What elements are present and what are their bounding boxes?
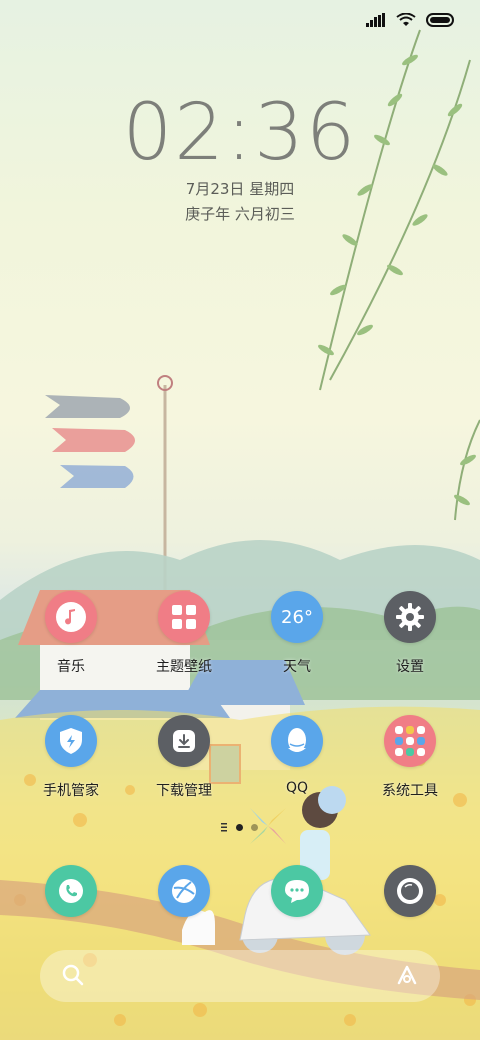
app-label: 设置 xyxy=(396,659,424,675)
phone-icon xyxy=(59,879,83,903)
system-tools-folder xyxy=(384,715,436,767)
theme-grid-icon xyxy=(172,605,196,629)
app-downloads[interactable]: 下载管理 xyxy=(129,715,239,800)
battery-icon xyxy=(426,13,454,27)
app-label: QQ xyxy=(285,780,309,796)
app-music[interactable]: 音乐 xyxy=(16,591,126,676)
wifi-icon xyxy=(396,13,416,26)
dock-messages[interactable] xyxy=(271,865,323,917)
app-themes[interactable]: 主题壁纸 xyxy=(129,591,239,676)
app-security[interactable]: 手机管家 xyxy=(16,715,126,800)
status-bar xyxy=(366,8,456,32)
dock-phone[interactable] xyxy=(45,865,97,917)
app-weather[interactable]: 26° 天气 xyxy=(242,591,352,676)
dock-browser[interactable] xyxy=(158,865,210,917)
clock-time: 02:36 xyxy=(122,88,358,178)
app-qq[interactable]: QQ xyxy=(242,715,352,796)
app-settings[interactable]: 设置 xyxy=(355,591,465,676)
weather-icon: 26° xyxy=(271,591,323,643)
downloads-icon-bg xyxy=(158,715,210,767)
app-label: 手机管家 xyxy=(43,783,99,799)
assistant-icon[interactable] xyxy=(394,962,420,988)
folder-icon xyxy=(395,726,425,756)
qq-icon-bg xyxy=(271,715,323,767)
cellular-signal-icon xyxy=(366,13,385,27)
app-label: 主题壁纸 xyxy=(156,659,212,675)
gear-icon xyxy=(396,603,424,631)
date-text: 7月23日 星期四 xyxy=(185,180,295,198)
message-icon xyxy=(285,880,309,903)
app-system-tools[interactable]: 系统工具 xyxy=(355,715,465,800)
music-icon-bg xyxy=(45,591,97,643)
browser-icon xyxy=(172,879,196,903)
dock-camera[interactable] xyxy=(384,865,436,917)
lunar-date-text: 庚子年 六月初三 xyxy=(185,205,295,223)
app-label: 音乐 xyxy=(57,659,85,675)
page-indicator xyxy=(220,822,258,832)
page-dot-active xyxy=(236,823,243,831)
shield-icon xyxy=(60,728,82,754)
app-label: 系统工具 xyxy=(382,783,438,799)
app-label: 天气 xyxy=(283,659,311,675)
themes-icon-bg xyxy=(158,591,210,643)
page-menu-icon xyxy=(221,823,227,832)
security-icon-bg xyxy=(45,715,97,767)
page-dot xyxy=(251,823,258,831)
camera-icon xyxy=(397,878,423,904)
qq-penguin-icon xyxy=(288,728,306,752)
search-icon[interactable] xyxy=(60,962,86,988)
download-icon xyxy=(173,730,195,752)
music-note-icon xyxy=(56,602,86,632)
search-bar[interactable] xyxy=(40,950,440,1002)
app-label: 下载管理 xyxy=(156,783,212,799)
settings-icon-bg xyxy=(384,591,436,643)
